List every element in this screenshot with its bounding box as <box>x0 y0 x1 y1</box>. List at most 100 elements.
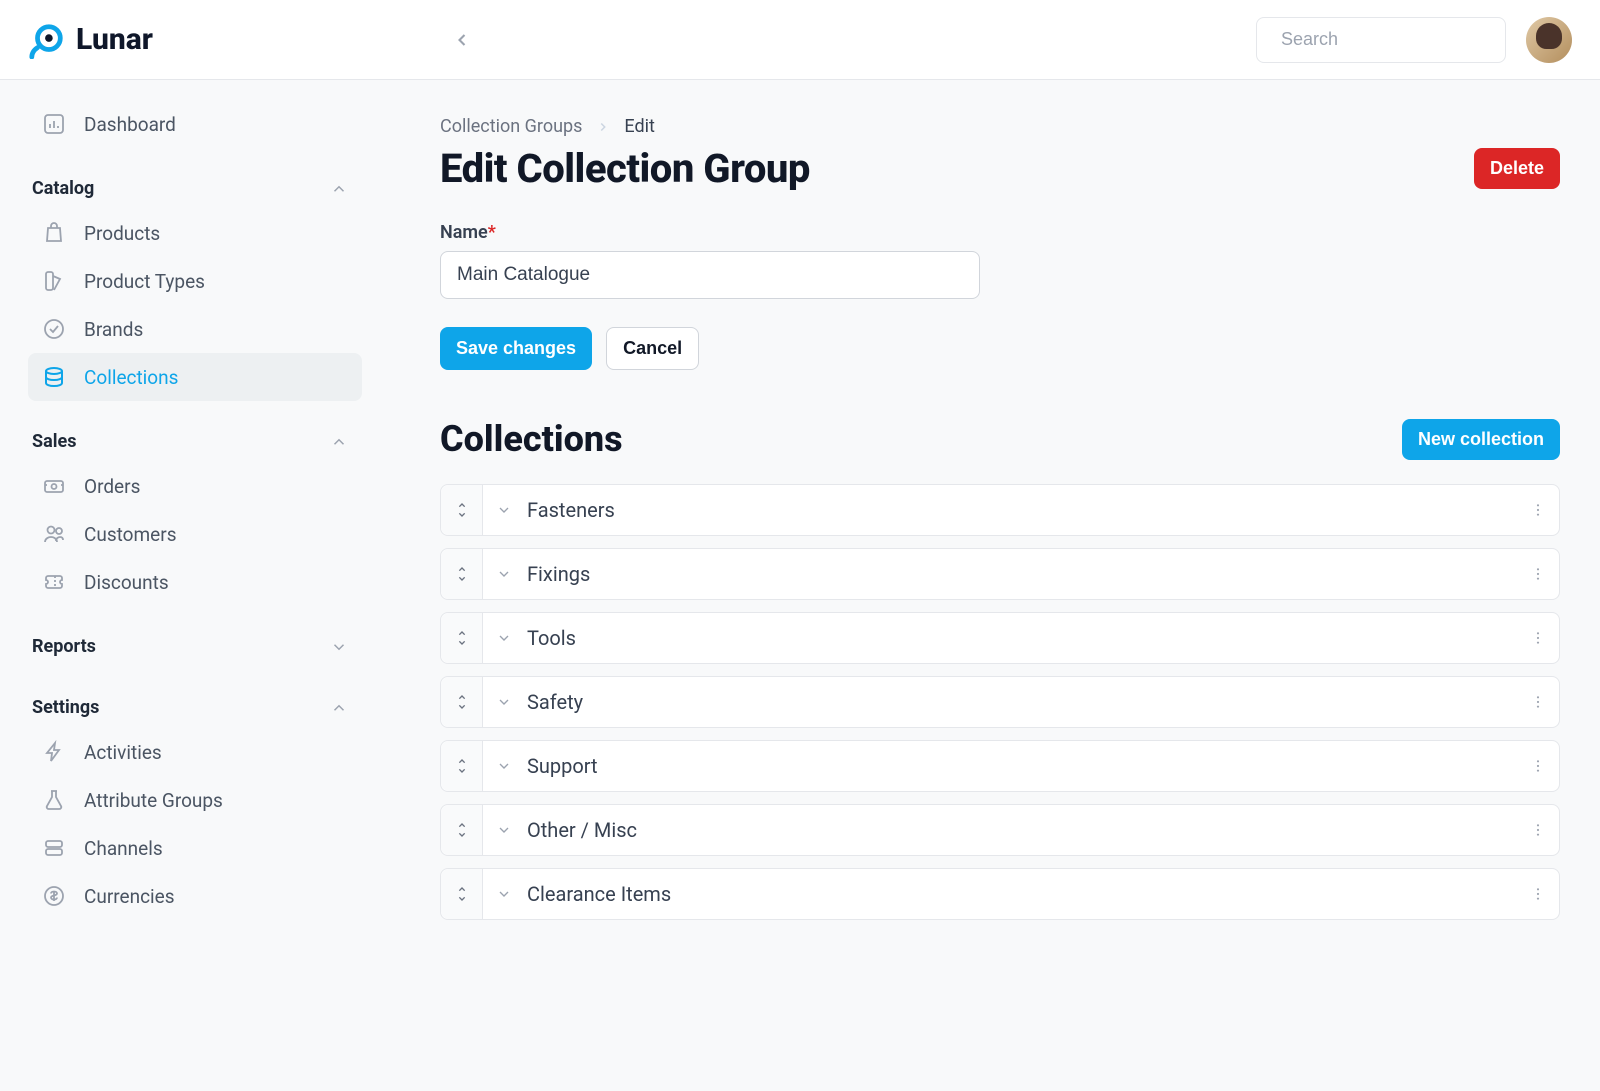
row-menu-button[interactable] <box>1517 566 1559 582</box>
expand-toggle[interactable] <box>483 630 525 646</box>
sidebar-item-product-types[interactable]: Product Types <box>28 257 362 305</box>
drag-handle[interactable] <box>441 613 483 663</box>
save-button[interactable]: Save changes <box>440 327 592 370</box>
new-collection-button[interactable]: New collection <box>1402 419 1560 460</box>
sidebar-item-dashboard[interactable]: Dashboard <box>28 100 362 148</box>
currency-icon <box>42 884 66 908</box>
sidebar-item-discounts[interactable]: Discounts <box>28 558 362 606</box>
row-menu-button[interactable] <box>1517 822 1559 838</box>
drag-handle[interactable] <box>441 805 483 855</box>
collections-list: Fasteners Fixings Tools Safety <box>440 484 1560 920</box>
sidebar-item-channels[interactable]: Channels <box>28 824 362 872</box>
chevron-down-icon <box>496 758 512 774</box>
sidebar-header-label: Catalog <box>32 178 94 199</box>
collection-name[interactable]: Safety <box>525 690 1517 714</box>
expand-toggle[interactable] <box>483 694 525 710</box>
search-box[interactable] <box>1256 17 1506 63</box>
collection-name[interactable]: Clearance Items <box>525 882 1517 906</box>
users-icon <box>42 522 66 546</box>
sidebar-header-sales[interactable]: Sales <box>28 417 362 462</box>
sort-icon <box>454 822 470 838</box>
dots-vertical-icon <box>1530 630 1546 646</box>
main-content: Collection Groups Edit Edit Collection G… <box>380 80 1600 1091</box>
search-input[interactable] <box>1281 29 1513 50</box>
cancel-button[interactable]: Cancel <box>606 327 699 370</box>
collection-name[interactable]: Tools <box>525 626 1517 650</box>
sidebar-item-label: Collections <box>84 366 178 389</box>
expand-toggle[interactable] <box>483 886 525 902</box>
stack-icon <box>42 365 66 389</box>
sidebar-item-activities[interactable]: Activities <box>28 728 362 776</box>
sort-icon <box>454 566 470 582</box>
ticket-icon <box>42 570 66 594</box>
chevron-up-icon <box>330 180 348 198</box>
row-menu-button[interactable] <box>1517 694 1559 710</box>
collection-row: Support <box>440 740 1560 792</box>
collection-row: Fasteners <box>440 484 1560 536</box>
collection-name[interactable]: Fasteners <box>525 498 1517 522</box>
collection-row: Safety <box>440 676 1560 728</box>
collection-row: Clearance Items <box>440 868 1560 920</box>
row-menu-button[interactable] <box>1517 630 1559 646</box>
chevron-down-icon <box>496 630 512 646</box>
breadcrumb-current: Edit <box>624 116 654 137</box>
sidebar-header-label: Settings <box>32 697 99 718</box>
drag-handle[interactable] <box>441 869 483 919</box>
dots-vertical-icon <box>1530 502 1546 518</box>
bolt-icon <box>42 740 66 764</box>
drag-handle[interactable] <box>441 677 483 727</box>
sidebar-header-settings[interactable]: Settings <box>28 683 362 728</box>
sidebar-item-customers[interactable]: Customers <box>28 510 362 558</box>
sidebar-item-attribute-groups[interactable]: Attribute Groups <box>28 776 362 824</box>
app-name: Lunar <box>76 22 153 57</box>
sidebar-item-label: Orders <box>84 475 140 498</box>
row-menu-button[interactable] <box>1517 758 1559 774</box>
sidebar: Dashboard Catalog Products Product Types… <box>0 80 380 1091</box>
back-button[interactable] <box>443 21 481 59</box>
collection-name[interactable]: Other / Misc <box>525 818 1517 842</box>
swatch-icon <box>42 269 66 293</box>
sidebar-header-reports[interactable]: Reports <box>28 622 362 667</box>
drag-handle[interactable] <box>441 485 483 535</box>
drag-handle[interactable] <box>441 549 483 599</box>
dots-vertical-icon <box>1530 758 1546 774</box>
chevron-down-icon <box>496 566 512 582</box>
sidebar-item-label: Brands <box>84 318 143 341</box>
row-menu-button[interactable] <box>1517 886 1559 902</box>
name-input[interactable] <box>440 251 980 299</box>
expand-toggle[interactable] <box>483 566 525 582</box>
sidebar-item-products[interactable]: Products <box>28 209 362 257</box>
cash-icon <box>42 474 66 498</box>
sidebar-item-collections[interactable]: Collections <box>28 353 362 401</box>
page-title: Edit Collection Group <box>440 145 810 192</box>
drag-handle[interactable] <box>441 741 483 791</box>
sidebar-item-label: Currencies <box>84 885 175 908</box>
name-label: Name* <box>440 222 1560 243</box>
avatar[interactable] <box>1526 17 1572 63</box>
sidebar-header-label: Sales <box>32 431 76 452</box>
server-icon <box>42 836 66 860</box>
bag-icon <box>42 221 66 245</box>
sidebar-item-orders[interactable]: Orders <box>28 462 362 510</box>
collection-name[interactable]: Support <box>525 754 1517 778</box>
required-indicator: * <box>488 222 496 243</box>
topbar: Lunar <box>0 0 1600 80</box>
row-menu-button[interactable] <box>1517 502 1559 518</box>
expand-toggle[interactable] <box>483 758 525 774</box>
breadcrumb: Collection Groups Edit <box>440 116 1560 137</box>
delete-button[interactable]: Delete <box>1474 148 1560 189</box>
sidebar-item-currencies[interactable]: Currencies <box>28 872 362 920</box>
collection-name[interactable]: Fixings <box>525 562 1517 586</box>
chevron-down-icon <box>330 638 348 656</box>
collection-row: Fixings <box>440 548 1560 600</box>
chevron-up-icon <box>330 699 348 717</box>
logo[interactable]: Lunar <box>28 21 153 59</box>
expand-toggle[interactable] <box>483 822 525 838</box>
expand-toggle[interactable] <box>483 502 525 518</box>
sidebar-header-catalog[interactable]: Catalog <box>28 164 362 209</box>
chevron-up-icon <box>330 433 348 451</box>
sort-icon <box>454 886 470 902</box>
sidebar-item-brands[interactable]: Brands <box>28 305 362 353</box>
breadcrumb-root[interactable]: Collection Groups <box>440 116 582 137</box>
chevron-down-icon <box>496 886 512 902</box>
